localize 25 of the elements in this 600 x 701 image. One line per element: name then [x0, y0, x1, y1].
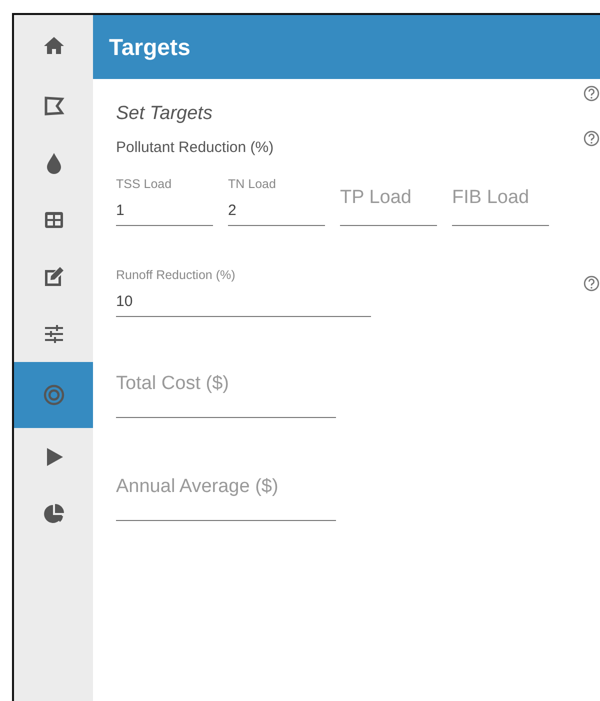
pie-chart-icon	[42, 502, 66, 526]
input-field[interactable]: TSS Load 1	[116, 165, 213, 226]
input-field[interactable]: Total Cost ($)	[116, 357, 336, 418]
group-label: Pollutant Reduction (%)	[116, 139, 274, 156]
section-title: Set Targets	[116, 103, 212, 125]
field-label: Total Cost ($)	[116, 373, 230, 395]
field-label: TSS Load	[116, 177, 173, 191]
field-label: TN Load	[228, 177, 277, 191]
input-field[interactable]: TP Load	[340, 165, 437, 226]
target-icon	[42, 383, 66, 407]
field-label: TP Load	[340, 187, 412, 209]
help-icon[interactable]	[583, 85, 600, 102]
input-field[interactable]: Runoff Reduction (%) 10	[116, 256, 371, 317]
field-value: 10	[116, 293, 134, 310]
field-label: Runoff Reduction (%)	[116, 268, 236, 282]
input-field[interactable]: FIB Load	[452, 165, 549, 226]
input-field[interactable]: TN Load 2	[228, 165, 325, 226]
input-field[interactable]: Annual Average ($)	[116, 460, 336, 521]
page-title: Targets	[109, 34, 190, 60]
field-label: Annual Average ($)	[116, 476, 280, 498]
field-value: 2	[228, 202, 238, 219]
field-value: 1	[116, 202, 126, 219]
help-icon[interactable]	[583, 130, 600, 147]
help-icon[interactable]	[583, 275, 600, 292]
field-label: FIB Load	[452, 187, 530, 209]
